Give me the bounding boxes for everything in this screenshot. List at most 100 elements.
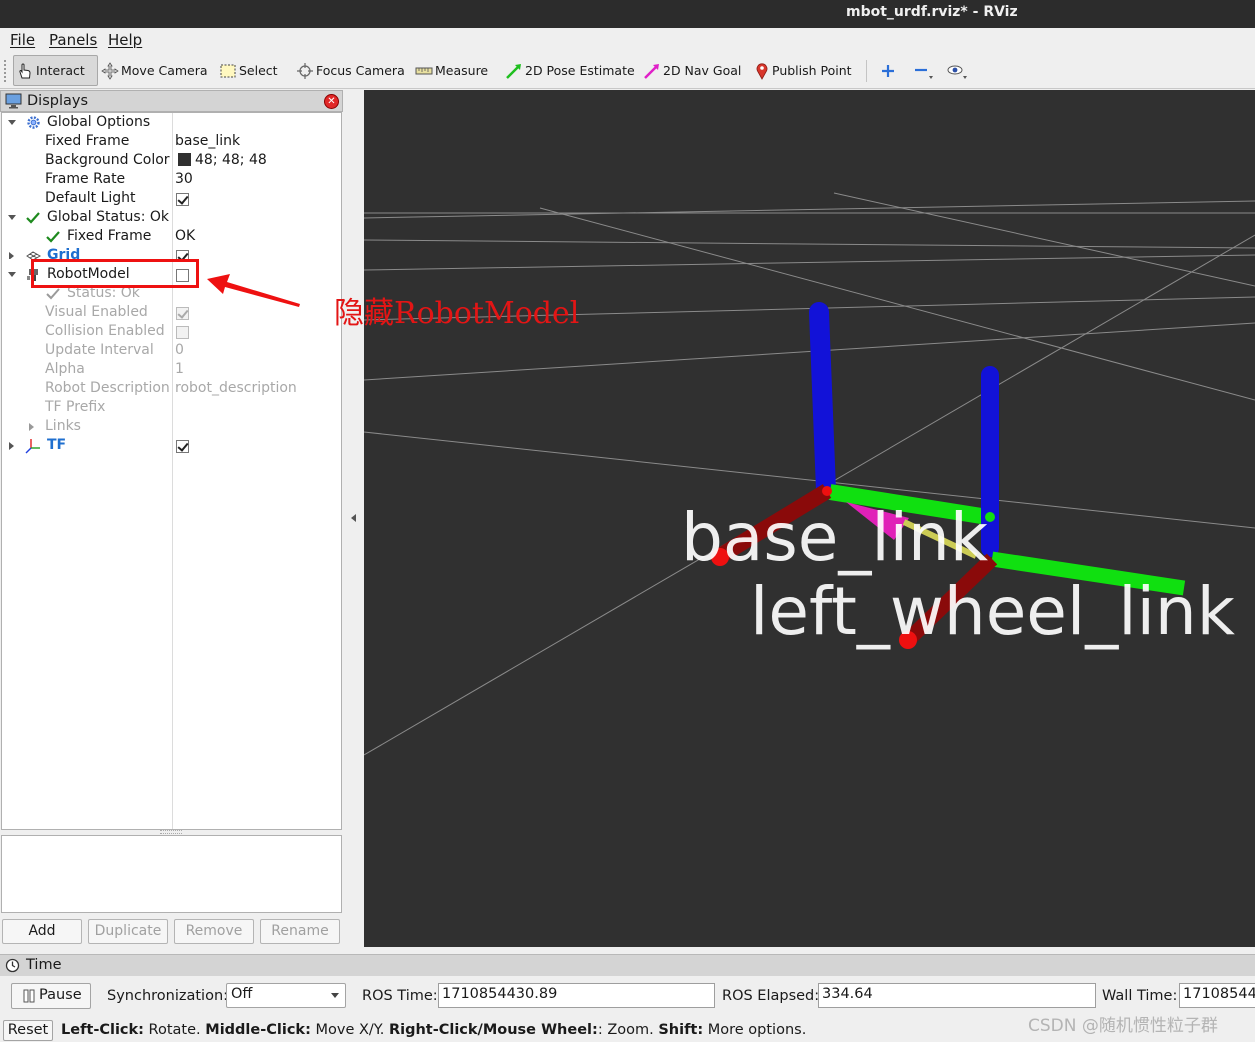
- pause-label: Pause: [39, 987, 82, 1003]
- tree-row-collision-enabled[interactable]: Collision Enabled: [2, 323, 341, 342]
- 3d-viewport[interactable]: base_link left_wheel_link: [364, 90, 1255, 947]
- background-color-value[interactable]: 48; 48; 48: [178, 152, 267, 168]
- green-arrow-icon: [506, 63, 521, 79]
- focus-camera-tool-button[interactable]: Focus Camera: [296, 55, 405, 86]
- publish-point-tool-button[interactable]: Publish Point: [754, 55, 852, 86]
- pose-estimate-tool-button[interactable]: 2D Pose Estimate: [505, 55, 635, 86]
- default-light-checkbox[interactable]: [176, 193, 189, 206]
- viewport-splitter[interactable]: [343, 90, 364, 947]
- collapse-arrow-icon[interactable]: [29, 423, 34, 431]
- reset-button[interactable]: Reset: [3, 1020, 53, 1041]
- alpha-value[interactable]: 1: [175, 361, 184, 377]
- panel-splitter-handle[interactable]: [160, 830, 182, 834]
- grid-checkbox[interactable]: [176, 250, 189, 259]
- pause-button[interactable]: Pause: [11, 983, 91, 1009]
- rename-display-button[interactable]: Rename: [260, 919, 340, 944]
- collision-enabled-name: Collision Enabled: [45, 323, 165, 339]
- menu-file[interactable]: File: [10, 31, 35, 49]
- tree-row-global-options[interactable]: Global Options: [2, 114, 341, 133]
- move-camera-tool-button[interactable]: Move Camera: [101, 55, 208, 86]
- expand-arrow-icon[interactable]: [8, 272, 16, 277]
- frame-rate-name: Frame Rate: [45, 171, 126, 187]
- interact-tool-button[interactable]: Interact: [13, 55, 98, 86]
- toolbar: Interact Move Camera Select Focus Camera…: [0, 52, 1255, 89]
- description-area: [1, 835, 342, 913]
- displays-panel: Displays ✕ Global Options Fixed Frame ba…: [0, 90, 343, 946]
- tree-row-global-status[interactable]: Global Status: Ok: [2, 209, 341, 228]
- tree-row-default-light[interactable]: Default Light: [2, 190, 341, 209]
- collapse-arrow-icon[interactable]: [9, 252, 14, 259]
- update-interval-value[interactable]: 0: [175, 342, 184, 358]
- hint-right-key: Right-Click/Mouse Wheel:: [388, 1022, 598, 1038]
- tree-row-update-interval[interactable]: Update Interval 0: [2, 342, 341, 361]
- toolbar-grip[interactable]: [4, 60, 8, 82]
- chevron-down-icon: [331, 993, 339, 998]
- collapse-arrow-icon[interactable]: [9, 442, 14, 450]
- tree-row-status-fixed-frame[interactable]: Fixed Frame OK: [2, 228, 341, 247]
- hint-shift-key: Shift:: [658, 1022, 704, 1038]
- hint-right: : Zoom.: [597, 1022, 659, 1038]
- background-color-name: Background Color: [45, 152, 170, 168]
- displays-tree[interactable]: Global Options Fixed Frame base_link Bac…: [1, 112, 342, 830]
- collapse-left-icon[interactable]: [351, 514, 356, 522]
- view-tool-button[interactable]: [946, 55, 972, 86]
- checkmark-icon: [26, 212, 40, 224]
- magenta-arrow-icon: [644, 63, 659, 79]
- hint-shift: More options.: [703, 1022, 807, 1038]
- ros-time-field[interactable]: 1710854430.89: [438, 983, 715, 1008]
- tree-row-alpha[interactable]: Alpha 1: [2, 361, 341, 380]
- grid-icon: [26, 251, 41, 259]
- tree-row-tf-prefix[interactable]: TF Prefix: [2, 399, 341, 418]
- expand-arrow-icon[interactable]: [8, 215, 16, 220]
- color-swatch[interactable]: [178, 153, 191, 166]
- time-panel-header: Time: [0, 954, 1255, 976]
- menu-help[interactable]: Help: [108, 31, 142, 49]
- move-arrows-icon: [101, 61, 119, 80]
- tree-row-background-color[interactable]: Background Color 48; 48; 48: [2, 152, 341, 171]
- checkmark-icon: [46, 288, 60, 300]
- frame-rate-value[interactable]: 30: [175, 171, 193, 187]
- tree-row-fixed-frame[interactable]: Fixed Frame base_link: [2, 133, 341, 152]
- minus-icon: [915, 68, 933, 79]
- add-display-button[interactable]: Add: [2, 919, 82, 944]
- duplicate-display-button[interactable]: Duplicate: [88, 919, 168, 944]
- add-tool-button[interactable]: [880, 55, 898, 86]
- ruler-icon: [415, 67, 433, 74]
- checkmark-icon: [46, 231, 60, 243]
- tree-row-tf[interactable]: TF: [2, 437, 341, 456]
- hint-left-key: Left-Click:: [61, 1022, 144, 1038]
- tree-row-robot-description[interactable]: Robot Description robot_description: [2, 380, 341, 399]
- close-panel-button[interactable]: ✕: [324, 94, 339, 109]
- remove-display-button[interactable]: Remove: [174, 919, 254, 944]
- publish-point-label: Publish Point: [772, 63, 852, 78]
- visual-enabled-checkbox[interactable]: [176, 307, 189, 320]
- tree-row-frame-rate[interactable]: Frame Rate 30: [2, 171, 341, 190]
- annotation-text: 隐藏RobotModel: [334, 296, 580, 331]
- menu-panels[interactable]: Panels: [49, 31, 97, 49]
- wall-time-field[interactable]: 1710854430.89: [1179, 983, 1255, 1008]
- remove-tool-button[interactable]: [913, 55, 937, 86]
- menu-bar: File Panels Help: [0, 28, 1255, 52]
- tf-checkbox[interactable]: [176, 440, 189, 453]
- collision-enabled-checkbox[interactable]: [176, 326, 189, 339]
- nav-goal-label: 2D Nav Goal: [663, 63, 742, 78]
- tree-row-links[interactable]: Links: [2, 418, 341, 437]
- hint-middle: Move X/Y.: [310, 1022, 389, 1038]
- viewport-scene: base_link left_wheel_link: [364, 192, 1255, 756]
- robot-description-value[interactable]: robot_description: [175, 380, 297, 396]
- ros-elapsed-field[interactable]: 334.64: [818, 983, 1096, 1008]
- default-light-name: Default Light: [45, 190, 136, 206]
- nav-goal-tool-button[interactable]: 2D Nav Goal: [643, 55, 741, 86]
- measure-tool-button[interactable]: Measure: [415, 55, 488, 86]
- fixed-frame-value[interactable]: base_link: [175, 133, 240, 149]
- hand-pointer-icon: [19, 62, 31, 78]
- rviz-window: mbot_urdf.rviz* - RViz File Panels Help …: [0, 0, 1255, 1042]
- tree-row-grid[interactable]: Grid: [2, 247, 341, 259]
- alpha-name: Alpha: [45, 361, 85, 377]
- grid-lines: [364, 192, 1255, 756]
- global-options-label: Global Options: [47, 114, 151, 130]
- pose-estimate-label: 2D Pose Estimate: [525, 63, 635, 78]
- sync-dropdown[interactable]: Off: [226, 983, 346, 1008]
- select-tool-button[interactable]: Select: [219, 55, 278, 86]
- expand-arrow-icon[interactable]: [8, 120, 16, 125]
